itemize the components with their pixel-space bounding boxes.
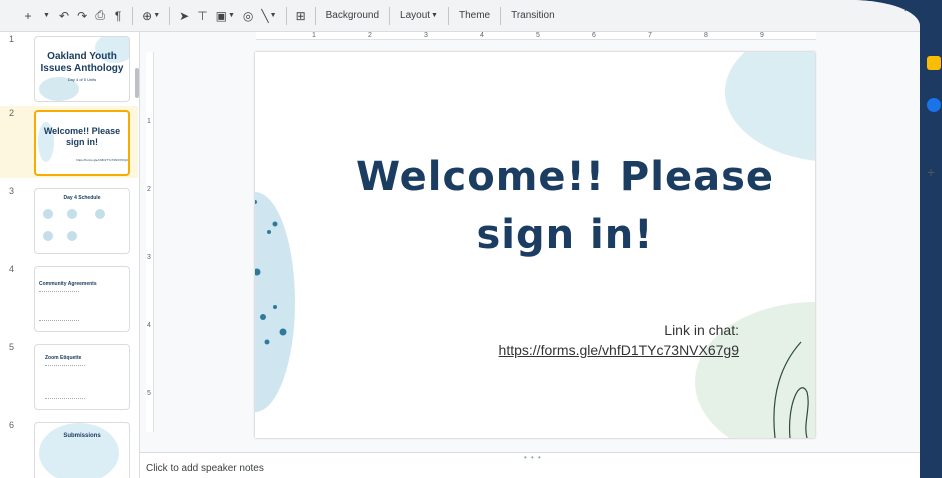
speaker-notes-placeholder: Click to add speaker notes — [146, 463, 264, 474]
decorative-blob — [67, 231, 77, 241]
slide-thumbnail-row-selected[interactable]: 2 Welcome!! Please sign in! https://form… — [0, 106, 138, 178]
tasks-icon[interactable] — [927, 98, 941, 112]
redo-icon[interactable]: ↷ — [74, 4, 90, 28]
transition-button[interactable]: Transition — [507, 4, 559, 28]
toolbar-divider — [169, 6, 171, 25]
ruler-number: 2 — [147, 186, 151, 193]
keep-icon[interactable] — [927, 56, 941, 70]
chevron-up-icon[interactable]: ⌃ — [902, 6, 912, 20]
print-icon[interactable]: ⎙ — [92, 4, 108, 28]
shape-icon[interactable]: ◎ — [240, 4, 256, 28]
slide-title[interactable]: Welcome!! Please sign in! — [315, 148, 815, 264]
decorative-blob — [67, 209, 77, 219]
chevron-down-icon: ▼ — [431, 12, 438, 19]
decorative-blob — [43, 209, 53, 219]
slide-thumbnail[interactable]: Community Agreements — [34, 266, 130, 332]
theme-button[interactable]: Theme — [455, 4, 494, 28]
horizontal-ruler[interactable]: 1 2 3 4 5 6 7 8 9 — [256, 32, 816, 40]
slide-thumbnail-row[interactable]: 5 Zoom Etiquette — [0, 340, 138, 412]
line-icon[interactable]: ╲ ▼ — [258, 4, 279, 28]
slide-thumbnail-row[interactable]: 1 Oakland Youth Issues Anthology Day 4 o… — [0, 32, 138, 104]
slide-number: 2 — [9, 108, 15, 118]
ruler-number: 4 — [480, 32, 484, 39]
speaker-notes[interactable]: • • • Click to add speaker notes — [140, 452, 920, 478]
new-slide-button[interactable]: + — [20, 4, 36, 28]
zoom-icon[interactable]: ⊕ ▼ — [139, 4, 163, 28]
select-cursor-icon[interactable]: ➤ — [176, 4, 192, 28]
toolbar: + ▼ ↶ ↷ ⎙ ¶ ⊕ ▼ ➤ ⊤ ▣ ▼ ◎ ╲ ▼ ⊞ Background … — [0, 0, 920, 32]
ruler-number: 7 — [648, 32, 652, 39]
toolbar-divider — [132, 6, 134, 25]
window-frame: + ▼ ↶ ↷ ⎙ ¶ ⊕ ▼ ➤ ⊤ ▣ ▼ ◎ ╲ ▼ ⊞ Background … — [0, 0, 942, 478]
slide-number: 4 — [9, 264, 15, 274]
ruler-number: 8 — [704, 32, 708, 39]
ruler-number: 4 — [147, 322, 151, 329]
paint-format-icon[interactable]: ¶ — [110, 4, 126, 28]
decorative-blob — [95, 209, 105, 219]
thumbnail-title: Oakland Youth Issues Anthology — [40, 51, 124, 74]
slide-thumbnail[interactable]: Submissions — [34, 422, 130, 478]
current-slide[interactable]: Welcome!! Please sign in! Link in chat: … — [255, 52, 815, 438]
thumbnail-title: Welcome!! Please sign in! — [43, 126, 121, 147]
slide-title-line2: sign in! — [476, 212, 654, 258]
slides-editor: + ▼ ↶ ↷ ⎙ ¶ ⊕ ▼ ➤ ⊤ ▣ ▼ ◎ ╲ ▼ ⊞ Background … — [0, 0, 920, 478]
ruler-number: 2 — [368, 32, 372, 39]
side-panel: + — [920, 32, 942, 478]
ruler-number: 3 — [424, 32, 428, 39]
toolbar-divider — [389, 6, 391, 25]
thumbnail-title: Day 4 Schedule — [63, 195, 101, 201]
thumbnail-title: Submissions — [63, 433, 101, 439]
slide-title-line1: Welcome!! Please — [355, 154, 775, 200]
vertical-ruler[interactable]: 1 2 3 4 5 — [146, 52, 154, 432]
ruler-number: 6 — [592, 32, 596, 39]
slide-thumbnail-row[interactable]: 3 Day 4 Schedule — [0, 184, 138, 256]
thumbnail-title: Zoom Etiquette — [45, 355, 82, 361]
toolbar-divider — [447, 6, 449, 25]
comment-icon[interactable]: ⊞ — [293, 4, 309, 28]
toolbar-divider — [500, 6, 502, 25]
text-box-icon[interactable]: ⊤ — [194, 4, 210, 28]
layout-button[interactable]: Layout ▼ — [396, 4, 442, 28]
thumbnail-body-lines — [39, 291, 79, 321]
filmstrip-scrollbar[interactable] — [135, 68, 139, 98]
thumbnail-title: Community Agreements — [39, 281, 97, 287]
slide-thumbnail-row[interactable]: 4 Community Agreements — [0, 262, 138, 334]
new-slide-menu-icon[interactable]: ▼ — [38, 4, 54, 28]
slide-number: 5 — [9, 342, 15, 352]
slide-thumbnail[interactable]: Welcome!! Please sign in! https://forms.… — [34, 110, 130, 176]
ruler-number: 5 — [147, 390, 151, 397]
thumbnail-body-lines — [45, 365, 85, 399]
thumbnail-subtitle: Day 4 of 5 Units — [67, 77, 97, 82]
ruler-number: 1 — [147, 118, 151, 125]
decorative-blob — [725, 52, 815, 161]
image-icon[interactable]: ▣ ▼ — [213, 4, 238, 28]
ruler-number: 5 — [536, 32, 540, 39]
form-link[interactable]: https://forms.gle/vhfD1TYc73NVX67g9 — [499, 342, 739, 358]
toolbar-divider — [314, 6, 316, 25]
slide-number: 1 — [9, 34, 15, 44]
ruler-number: 1 — [312, 32, 316, 39]
toolbar-divider — [285, 6, 287, 25]
slide-thumbnail[interactable]: Day 4 Schedule — [34, 188, 130, 254]
layout-label: Layout — [400, 10, 431, 21]
slide-filmstrip: 1 Oakland Youth Issues Anthology Day 4 o… — [0, 32, 140, 478]
slide-number: 3 — [9, 186, 15, 196]
decorative-blob — [43, 231, 53, 241]
background-button[interactable]: Background — [322, 4, 383, 28]
undo-icon[interactable]: ↶ — [56, 4, 72, 28]
slide-canvas[interactable]: Welcome!! Please sign in! Link in chat: … — [154, 40, 914, 450]
link-label: Link in chat: — [664, 322, 739, 338]
add-addon-icon[interactable]: + — [927, 164, 935, 180]
decorative-blob — [39, 423, 119, 478]
ruler-number: 3 — [147, 254, 151, 261]
slide-thumbnail-row[interactable]: 6 Submissions — [0, 418, 138, 478]
thumbnail-subtitle: https://forms.gle/vhfD1TYc73NVX67g9 — [76, 158, 128, 162]
slide-thumbnail[interactable]: Oakland Youth Issues Anthology Day 4 of … — [34, 36, 130, 102]
ruler-number: 9 — [760, 32, 764, 39]
slide-thumbnail[interactable]: Zoom Etiquette — [34, 344, 130, 410]
notes-resize-handle[interactable]: • • • — [524, 453, 542, 462]
slide-number: 6 — [9, 420, 15, 430]
